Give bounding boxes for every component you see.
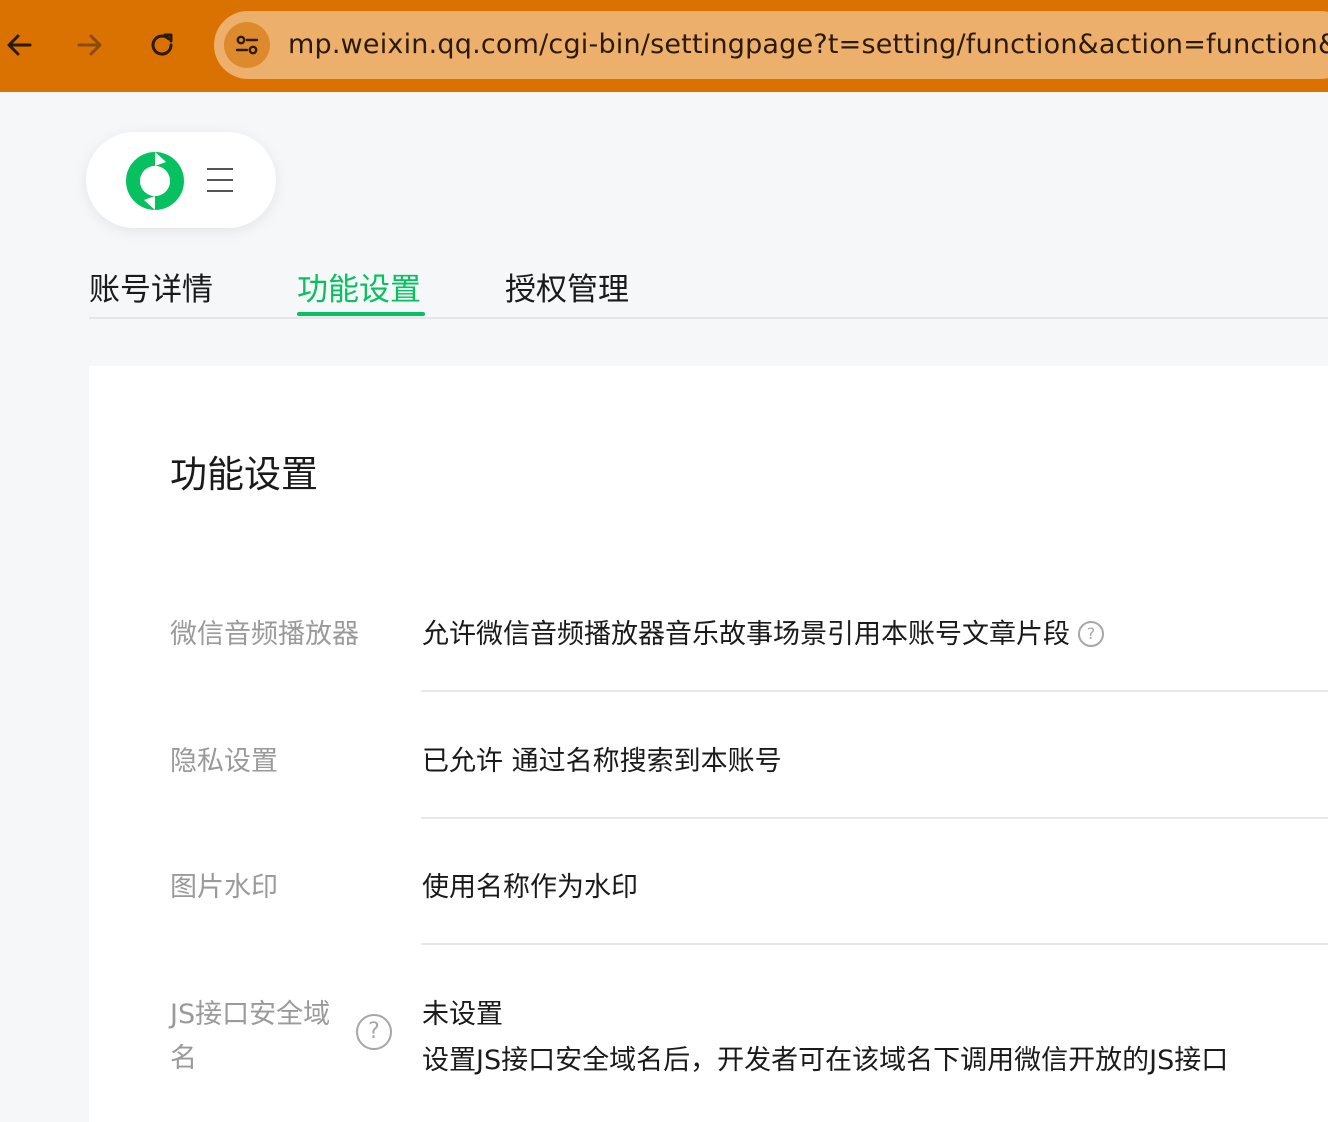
help-icon[interactable]: ? <box>1078 620 1104 647</box>
hamburger-menu-icon[interactable] <box>206 167 234 193</box>
settings-tabs: 账号详情 功能设置 授权管理 <box>89 250 1328 319</box>
back-button[interactable] <box>0 22 42 68</box>
row-divider <box>421 817 1328 819</box>
arrow-right-icon <box>77 34 102 56</box>
address-bar[interactable]: mp.weixin.qq.com/cgi-bin/settingpage?t=s… <box>214 11 1328 79</box>
forward-button[interactable] <box>67 22 113 68</box>
browser-toolbar: mp.weixin.qq.com/cgi-bin/settingpage?t=s… <box>0 0 1328 92</box>
arrow-left-icon <box>7 34 32 56</box>
help-icon[interactable]: ? <box>356 1014 392 1050</box>
site-info-button[interactable] <box>224 22 270 68</box>
active-tab-indicator <box>297 312 425 316</box>
row-value-privacy: 已允许 通过名称搜索到本账号 <box>422 746 782 777</box>
row-desc-js-domain: 设置JS接口安全域名后，开发者可在该域名下调用微信开放的JS接口 <box>422 1045 1229 1076</box>
row-label-js-domain-line2: 名 <box>170 1043 197 1074</box>
reload-button[interactable] <box>139 22 185 68</box>
wechat-logo-icon <box>126 152 184 210</box>
row-label-privacy: 隐私设置 <box>170 746 278 777</box>
row-divider <box>421 690 1328 692</box>
tune-icon <box>235 35 259 55</box>
reload-icon <box>151 33 173 56</box>
row-label-audio-player: 微信音频播放器 <box>170 619 359 650</box>
tab-function-settings[interactable]: 功能设置 <box>297 264 421 309</box>
row-value-js-domain: 未设置 <box>422 999 503 1030</box>
url-text[interactable]: mp.weixin.qq.com/cgi-bin/settingpage?t=s… <box>288 11 1328 79</box>
floating-logo-pill[interactable] <box>86 132 276 228</box>
row-value-audio-player: 允许微信音频播放器音乐故事场景引用本账号文章片段? <box>422 612 1104 651</box>
row-divider <box>421 943 1328 945</box>
tab-account-details[interactable]: 账号详情 <box>89 264 213 309</box>
row-label-watermark: 图片水印 <box>170 872 278 903</box>
function-settings-card: 功能设置 微信音频播放器 允许微信音频播放器音乐故事场景引用本账号文章片段? 隐… <box>89 366 1328 1122</box>
row-value-watermark: 使用名称作为水印 <box>422 872 638 903</box>
card-title: 功能设置 <box>170 453 318 496</box>
audio-player-value-text: 允许微信音频播放器音乐故事场景引用本账号文章片段 <box>422 619 1070 650</box>
row-label-js-domain-line1: JS接口安全域 <box>170 999 331 1030</box>
tab-authorization-management[interactable]: 授权管理 <box>505 264 629 309</box>
